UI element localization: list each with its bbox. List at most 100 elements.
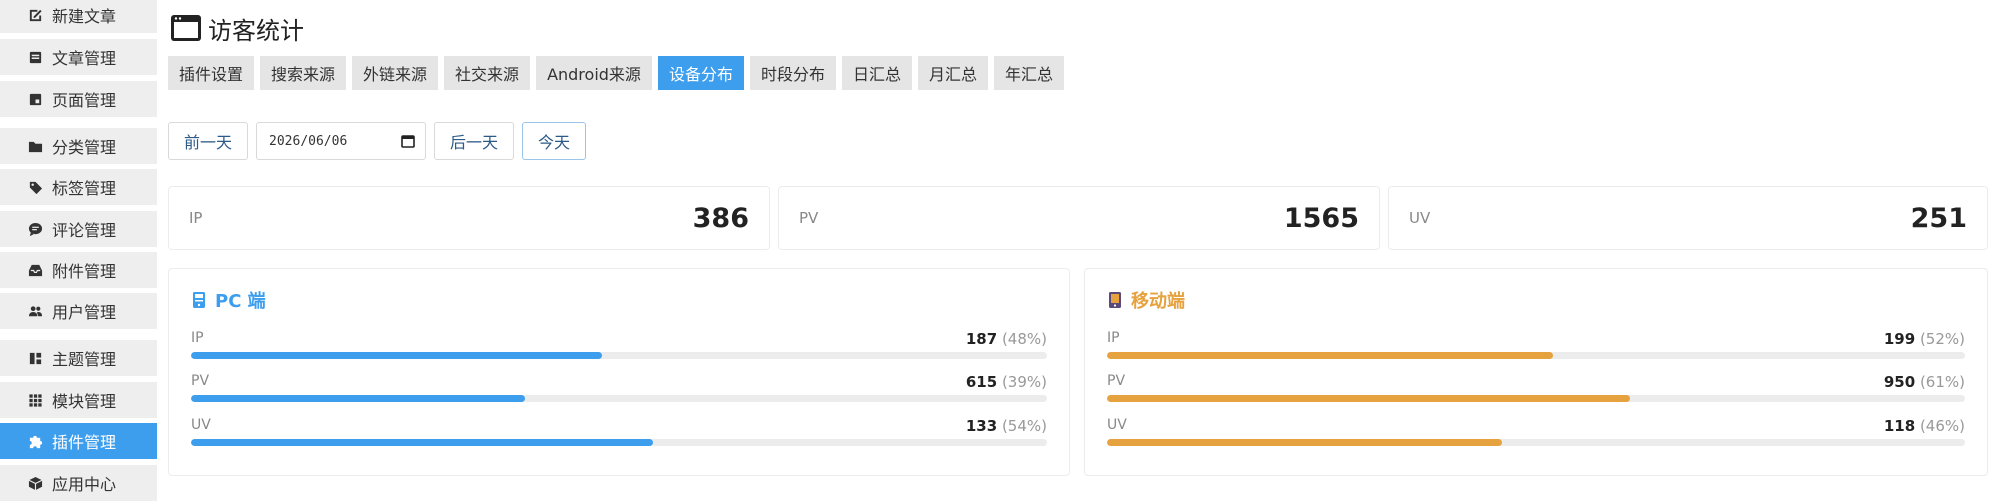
sidebar-item-label: 用户管理	[52, 303, 117, 322]
metric-ip: IP 187 (48%)	[191, 330, 1047, 370]
today-button[interactable]: 今天	[522, 122, 587, 160]
layout-icon	[26, 349, 44, 367]
sidebar-item-label: 主题管理	[52, 350, 117, 369]
progress-fill	[1107, 395, 1631, 402]
sidebar-item-attachments[interactable]: 附件管理	[0, 252, 157, 288]
tab-time-distribution[interactable]: 时段分布	[749, 56, 836, 90]
metric-label: IP	[191, 330, 204, 346]
stat-value: 386	[692, 202, 749, 234]
sidebar-item-comments[interactable]: 评论管理	[0, 211, 157, 247]
main-content: 访客统计 插件设置 搜索来源 外链来源 社交来源 Android来源 设备分布 …	[168, 0, 1988, 501]
sidebar-item-app-center[interactable]: 应用中心	[0, 465, 157, 501]
mobile-panel: 移动端 IP 199 (52%) PV 950 (61%) UV 118 (46…	[1084, 268, 1988, 476]
page-title-text: 访客统计	[208, 16, 304, 45]
desktop-icon	[193, 292, 205, 308]
sidebar-item-label: 附件管理	[52, 262, 117, 281]
metric-value: 133 (54%)	[965, 417, 1047, 435]
tab-device-distribution[interactable]: 设备分布	[657, 56, 744, 90]
progress-track	[191, 352, 1047, 359]
box-icon	[26, 474, 44, 492]
tab-plugin-settings[interactable]: 插件设置	[168, 56, 255, 90]
puzzle-icon	[26, 432, 44, 450]
sidebar: 新建文章 文章管理 页面管理 分类管理 标签管理 评论管理 附件管理 用户管理	[0, 0, 157, 501]
sidebar-item-label: 应用中心	[52, 475, 117, 494]
progress-track	[191, 395, 1047, 402]
mobile-icon	[1109, 292, 1121, 308]
stat-value: 1565	[1283, 202, 1359, 234]
metric-uv: UV 118 (46%)	[1107, 417, 1965, 457]
metric-label: PV	[191, 373, 210, 389]
progress-fill	[191, 395, 525, 402]
pc-panel: PC 端 IP 187 (48%) PV 615 (39%) UV 133 (5…	[168, 268, 1070, 476]
sidebar-item-label: 插件管理	[52, 433, 117, 452]
stat-label: IP	[189, 209, 203, 227]
tab-search-sources[interactable]: 搜索来源	[260, 56, 347, 90]
sidebar-item-categories[interactable]: 分类管理	[0, 128, 157, 164]
progress-fill	[1107, 439, 1502, 446]
progress-fill	[191, 352, 602, 359]
tab-monthly-summary[interactable]: 月汇总	[917, 56, 988, 90]
panel-title: PC 端	[191, 287, 266, 313]
page-title: 访客统计	[170, 10, 304, 46]
sidebar-item-tags[interactable]: 标签管理	[0, 169, 157, 205]
metric-pv: PV 615 (39%)	[191, 373, 1047, 413]
sidebar-item-themes[interactable]: 主题管理	[0, 340, 157, 376]
stat-value: 251	[1910, 202, 1967, 234]
stat-card-pv: PV 1565	[778, 186, 1380, 250]
metric-uv: UV 133 (54%)	[191, 417, 1047, 457]
app-root: 新建文章 文章管理 页面管理 分类管理 标签管理 评论管理 附件管理 用户管理	[0, 0, 1998, 501]
document-icon	[26, 48, 44, 66]
grid-icon	[26, 391, 44, 409]
sidebar-item-label: 页面管理	[52, 91, 117, 110]
previous-day-button[interactable]: 前一天	[168, 122, 249, 160]
date-input[interactable]: 2026/06/06	[256, 122, 427, 160]
progress-track	[1107, 352, 1965, 359]
tab-bar: 插件设置 搜索来源 外链来源 社交来源 Android来源 设备分布 时段分布 …	[168, 56, 1070, 90]
sidebar-item-label: 分类管理	[52, 138, 117, 157]
metric-label: PV	[1107, 373, 1126, 389]
tab-daily-summary[interactable]: 日汇总	[841, 56, 912, 90]
tag-icon	[26, 178, 44, 196]
tab-android-sources[interactable]: Android来源	[536, 56, 652, 90]
metric-value: 615 (39%)	[965, 373, 1047, 391]
sidebar-item-label: 评论管理	[52, 221, 117, 240]
metric-value: 950 (61%)	[1883, 373, 1965, 391]
stat-label: PV	[799, 209, 819, 227]
progress-track	[191, 439, 1047, 446]
tab-external-link-sources[interactable]: 外链来源	[352, 56, 439, 90]
tab-yearly-summary[interactable]: 年汇总	[994, 56, 1065, 90]
progress-track	[1107, 439, 1965, 446]
progress-track	[1107, 395, 1965, 402]
stat-label: UV	[1409, 209, 1431, 227]
panel-title-text: PC 端	[215, 291, 266, 312]
stat-card-ip: IP 386	[168, 186, 770, 250]
panel-title: 移动端	[1107, 287, 1185, 313]
calendar-icon[interactable]	[401, 134, 415, 148]
edit-icon	[26, 6, 44, 24]
sidebar-item-new-post[interactable]: 新建文章	[0, 0, 157, 33]
page-icon	[26, 90, 44, 108]
metric-label: UV	[1107, 417, 1127, 433]
metric-label: UV	[191, 417, 211, 433]
stat-card-uv: UV 251	[1388, 186, 1988, 250]
tab-social-sources[interactable]: 社交来源	[444, 56, 531, 90]
sidebar-item-modules[interactable]: 模块管理	[0, 382, 157, 418]
sidebar-item-label: 模块管理	[52, 392, 117, 411]
comment-icon	[26, 220, 44, 238]
panel-title-text: 移动端	[1131, 291, 1185, 312]
users-icon	[26, 302, 44, 320]
metric-pv: PV 950 (61%)	[1107, 373, 1965, 413]
date-value: 2026/06/06	[269, 133, 348, 149]
metric-value: 199 (52%)	[1883, 330, 1965, 348]
progress-fill	[191, 439, 654, 446]
sidebar-item-users[interactable]: 用户管理	[0, 293, 157, 329]
window-icon	[171, 15, 201, 41]
next-day-button[interactable]: 后一天	[434, 122, 515, 160]
folder-icon	[26, 137, 44, 155]
sidebar-item-plugins[interactable]: 插件管理	[0, 423, 157, 459]
sidebar-item-posts[interactable]: 文章管理	[0, 39, 157, 75]
sidebar-item-pages[interactable]: 页面管理	[0, 81, 157, 117]
progress-fill	[1107, 352, 1554, 359]
metric-value: 187 (48%)	[965, 330, 1047, 348]
metric-ip: IP 199 (52%)	[1107, 330, 1965, 370]
